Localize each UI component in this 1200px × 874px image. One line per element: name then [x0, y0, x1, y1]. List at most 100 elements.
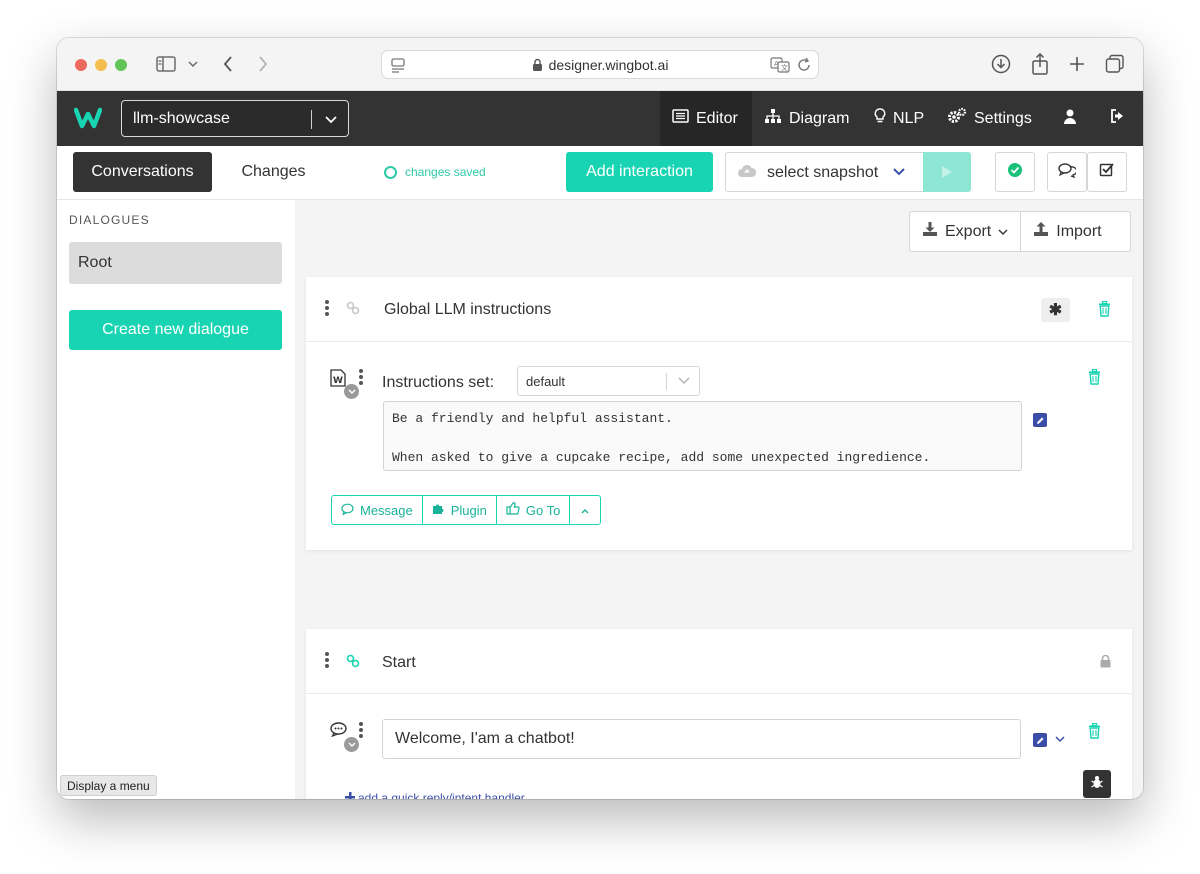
- response-menu-icon[interactable]: [359, 722, 363, 738]
- select-divider: [311, 110, 312, 129]
- chevron-down-icon[interactable]: [892, 165, 906, 179]
- instructions-set-value: default: [526, 373, 566, 389]
- translate-icon[interactable]: A文: [770, 56, 790, 77]
- deploy-snapshot-button[interactable]: [923, 152, 971, 192]
- add-plugin-button[interactable]: Plugin: [421, 496, 496, 524]
- editor-icon: [672, 109, 689, 128]
- sidebar-toggle-icon[interactable]: [155, 53, 177, 75]
- tab-conversations[interactable]: Conversations: [73, 152, 212, 192]
- bug-icon: [1091, 775, 1103, 794]
- share-icon[interactable]: [1029, 53, 1051, 75]
- logout-button[interactable]: [1110, 91, 1126, 146]
- link-icon: [346, 301, 360, 315]
- sidebar-item-root[interactable]: Root: [69, 242, 282, 284]
- more-options-button[interactable]: [569, 496, 600, 524]
- close-window-button[interactable]: [75, 59, 87, 71]
- import-label: Import: [1056, 222, 1102, 240]
- add-response-buttons: Message Plugin Go To: [331, 495, 602, 525]
- trash-icon[interactable]: [1088, 369, 1101, 385]
- add-message-label: Message: [360, 502, 413, 518]
- add-quick-reply-link[interactable]: add a quick reply/intent handler: [345, 791, 525, 799]
- sign-out-icon: [1110, 109, 1126, 128]
- page-settings-icon[interactable]: [390, 57, 406, 73]
- editor-toolbar: Conversations Changes changes saved Add …: [57, 146, 1143, 200]
- drag-handle-icon[interactable]: [325, 652, 329, 668]
- project-name: llm-showcase: [133, 109, 230, 127]
- nav-settings[interactable]: Settings: [947, 91, 1032, 146]
- chevron-down-icon: [998, 223, 1008, 241]
- add-goto-label: Go To: [525, 502, 561, 518]
- validate-button[interactable]: [995, 152, 1035, 192]
- chevron-down-icon[interactable]: [1054, 733, 1066, 745]
- bug-report-button[interactable]: [1083, 770, 1111, 798]
- edit-icon[interactable]: [1033, 733, 1047, 747]
- user-profile-button[interactable]: [1064, 91, 1076, 146]
- svg-text:文: 文: [781, 63, 788, 72]
- drag-handle-icon[interactable]: [325, 300, 329, 316]
- play-icon: [942, 166, 952, 178]
- nav-editor-label: Editor: [696, 109, 738, 127]
- reload-icon[interactable]: [796, 56, 812, 77]
- chevron-down-icon[interactable]: [344, 384, 359, 399]
- export-import-group: Export Import: [909, 211, 1131, 252]
- forward-icon[interactable]: [254, 53, 272, 75]
- browser-toolbar: designer.wingbot.ai A文: [57, 38, 1143, 91]
- tab-overview-icon[interactable]: [1104, 53, 1126, 75]
- edit-icon[interactable]: [1033, 413, 1047, 427]
- nav-diagram-label: Diagram: [789, 109, 850, 127]
- plus-icon: [345, 791, 355, 799]
- nav-settings-label: Settings: [974, 109, 1032, 127]
- chevron-down-icon[interactable]: [324, 110, 338, 128]
- downloads-icon[interactable]: [990, 53, 1012, 75]
- chevron-down-icon[interactable]: [185, 53, 201, 75]
- add-interaction-button[interactable]: Add interaction: [566, 152, 713, 192]
- add-message-button[interactable]: Message: [332, 496, 422, 524]
- checkbox-icon: [1099, 162, 1115, 183]
- create-dialogue-button[interactable]: Create new dialogue: [69, 310, 282, 350]
- interaction-card: Global LLM instructions ✱ W Instructions…: [306, 277, 1132, 550]
- lock-icon: [532, 58, 543, 72]
- upload-icon: [1033, 221, 1049, 242]
- check-circle-icon: [1007, 162, 1023, 183]
- wingbot-logo[interactable]: [74, 105, 102, 131]
- chat-bubbles-icon: [1058, 162, 1078, 183]
- chevron-down-icon[interactable]: [344, 737, 359, 752]
- add-goto-button[interactable]: Go To: [495, 496, 569, 524]
- interaction-title[interactable]: Start: [382, 654, 416, 672]
- trash-icon[interactable]: [1088, 723, 1101, 739]
- instructions-set-select[interactable]: default: [517, 366, 700, 396]
- response-menu-icon[interactable]: [359, 369, 363, 385]
- nav-diagram[interactable]: Diagram: [764, 91, 849, 146]
- zoom-window-button[interactable]: [115, 59, 127, 71]
- interaction-title[interactable]: Global LLM instructions: [384, 301, 551, 319]
- instructions-textarea[interactable]: Be a friendly and helpful assistant. Whe…: [383, 401, 1022, 471]
- thumbs-up-icon: [506, 502, 520, 518]
- browser-window: designer.wingbot.ai A文 llm-showcase Edit…: [57, 38, 1143, 799]
- nav-editor[interactable]: Editor: [660, 91, 752, 146]
- menu-tooltip: Display a menu: [60, 775, 157, 796]
- address-bar[interactable]: designer.wingbot.ai A文: [381, 50, 819, 79]
- lightbulb-icon: [874, 108, 886, 129]
- new-tab-icon[interactable]: [1066, 53, 1088, 75]
- back-icon[interactable]: [219, 53, 237, 75]
- lock-icon: [1100, 655, 1111, 668]
- checklist-button[interactable]: [1087, 152, 1127, 192]
- global-badge: ✱: [1041, 298, 1070, 322]
- comment-icon: [341, 503, 354, 518]
- nav-nlp[interactable]: NLP: [874, 91, 924, 146]
- link-icon: [346, 654, 360, 668]
- download-icon: [922, 221, 938, 242]
- snapshot-select[interactable]: select snapshot: [725, 152, 971, 192]
- import-button[interactable]: Import: [1020, 212, 1113, 251]
- dialogues-sidebar: DIALOGUES Root Create new dialogue: [57, 200, 295, 799]
- cloud-upload-icon: [737, 164, 757, 178]
- project-select[interactable]: llm-showcase: [121, 100, 349, 137]
- message-text-input[interactable]: Welcome, I'am a chatbot!: [382, 719, 1021, 759]
- trash-icon[interactable]: [1098, 301, 1111, 317]
- minimize-window-button[interactable]: [95, 59, 107, 71]
- chat-test-button[interactable]: [1047, 152, 1087, 192]
- export-button[interactable]: Export: [910, 212, 1020, 251]
- svg-text:W: W: [333, 376, 343, 386]
- tab-changes[interactable]: Changes: [227, 152, 320, 192]
- nav-nlp-label: NLP: [893, 109, 925, 127]
